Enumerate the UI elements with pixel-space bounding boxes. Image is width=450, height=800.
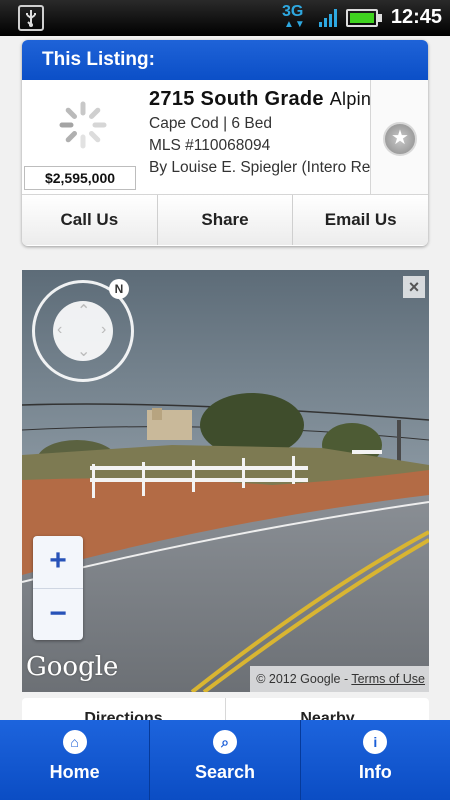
street-view-panorama[interactable]: × ⌃ ‹ › ⌄ N + − Google © 2012 Google - T… — [22, 270, 429, 692]
nav-search-label: Search — [194, 762, 256, 782]
listing-actions: Call Us Share Email Us — [22, 195, 428, 245]
nav-search[interactable]: ⌕ Search — [150, 720, 301, 800]
data-activity-icon: ▲▼ — [284, 19, 306, 30]
status-bar: 3G ▲▼ 12:45 — [0, 0, 450, 36]
nav-info[interactable]: i Info — [301, 720, 450, 800]
battery-tip — [378, 14, 382, 22]
listing-address: 2715 South Grade Alpine — [149, 88, 373, 111]
favorite-column: ★ — [370, 80, 428, 194]
zoom-in-button[interactable]: + — [33, 536, 83, 588]
call-us-button[interactable]: Call Us — [22, 195, 158, 245]
listing-street: 2715 South Grade — [149, 88, 324, 110]
pan-left-icon: ‹ — [57, 321, 63, 338]
pan-down-icon: ⌄ — [77, 343, 91, 360]
usb-icon — [18, 5, 44, 31]
nav-info-label: Info — [358, 762, 392, 782]
copyright-text: © 2012 Google - — [256, 672, 352, 686]
search-icon: ⌕ — [212, 730, 237, 754]
listing-price: $2,595,000 — [24, 166, 136, 190]
loading-spinner-icon — [59, 101, 107, 149]
zoom-control: + − — [33, 536, 83, 640]
clock: 12:45 — [390, 6, 442, 28]
nav-home-label: Home — [49, 762, 100, 782]
favorite-star-icon[interactable]: ★ — [383, 122, 417, 156]
pan-right-icon: › — [101, 321, 107, 338]
listing-header: This Listing: — [22, 40, 428, 80]
battery-icon — [346, 9, 378, 27]
nav-home[interactable]: ⌂ Home — [0, 720, 151, 800]
listing-city: Alpine — [329, 89, 373, 109]
bottom-nav: ⌂ Home ⌕ Search i Info — [0, 720, 450, 800]
info-icon: i — [363, 730, 388, 754]
listing-mls: MLS #110068094 — [149, 137, 271, 154]
close-street-view-button[interactable]: × — [403, 276, 425, 298]
terms-of-use-link[interactable]: Terms of Use — [351, 672, 425, 686]
compass-north-label: N — [109, 279, 129, 299]
map-copyright: © 2012 Google - Terms of Use — [250, 666, 429, 692]
google-logo: Google — [26, 652, 119, 682]
home-icon: ⌂ — [62, 730, 87, 754]
email-us-button[interactable]: Email Us — [293, 195, 428, 245]
zoom-out-button[interactable]: − — [33, 588, 83, 641]
signal-icon — [319, 9, 337, 27]
listing-style-beds: Cape Cod | 6 Bed — [149, 115, 272, 132]
compass-control[interactable]: ⌃ ‹ › ⌄ N — [32, 279, 134, 382]
pan-up-icon: ⌃ — [77, 303, 91, 320]
pan-control[interactable]: ⌃ ‹ › ⌄ — [53, 301, 113, 361]
share-button[interactable]: Share — [157, 195, 294, 245]
listing-summary[interactable]: $2,595,000 2715 South Grade Alpine Cape … — [22, 80, 428, 195]
listing-agent: By Louise E. Spiegler (Intero Real Estat… — [149, 159, 373, 176]
listing-info: 2715 South Grade Alpine Cape Cod | 6 Bed… — [149, 88, 373, 177]
listing-card: This Listing: $2,595,000 2715 South Grad… — [22, 40, 428, 246]
